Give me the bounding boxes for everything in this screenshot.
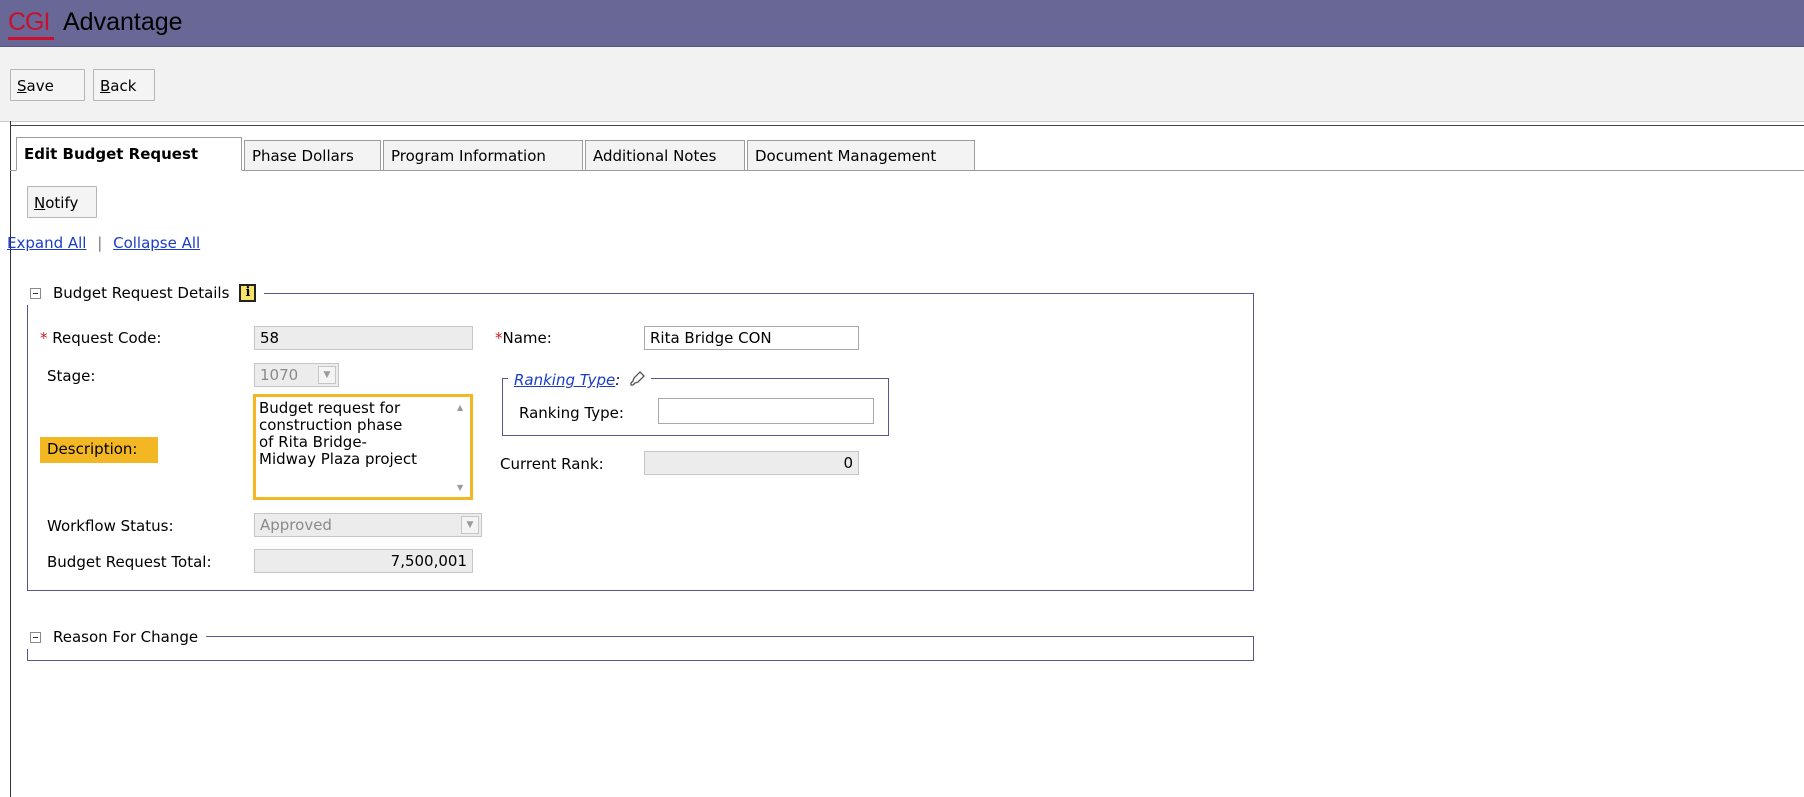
budget-request-details-section	[27, 293, 1254, 591]
request-code-label-text: Request Code:	[52, 329, 162, 347]
back-access-key: B	[100, 77, 111, 95]
app-header	[0, 0, 1804, 47]
expand-all-link[interactable]: Expand All	[7, 234, 86, 252]
notify-access-key: N	[34, 194, 46, 212]
collapse-icon[interactable]	[30, 287, 41, 299]
collapse-all-link[interactable]: Collapse All	[113, 234, 200, 252]
name-label-text: Name:	[502, 329, 552, 347]
stage-value: 1070	[260, 366, 299, 384]
current-rank-label: Current Rank:	[500, 455, 604, 473]
tab-additional-notes[interactable]: Additional Notes	[585, 140, 745, 171]
save-button[interactable]: Save	[10, 69, 85, 101]
back-button[interactable]: Back	[93, 69, 155, 101]
required-marker: *	[40, 329, 48, 347]
description-text[interactable]: Budget request for construction phase of…	[259, 400, 451, 468]
description-label: Description:	[47, 440, 138, 458]
workflow-status-select: Approved ▼	[254, 513, 482, 537]
back-label: ack	[110, 77, 137, 95]
required-marker: *	[495, 329, 503, 347]
budget-request-total-field: 7,500,001	[254, 549, 473, 573]
scroll-up-icon[interactable]: ▲	[457, 403, 463, 412]
description-textarea[interactable]: Budget request for construction phase of…	[253, 394, 473, 500]
tab-program-information[interactable]: Program Information	[383, 140, 583, 171]
reason-for-change-legend: Reason For Change	[26, 625, 207, 649]
request-code-field: 58	[254, 326, 473, 350]
tab-edit-budget-request[interactable]: Edit Budget Request	[16, 137, 242, 171]
notify-label: otify	[45, 194, 79, 212]
tab-phase-dollars[interactable]: Phase Dollars	[244, 140, 381, 171]
budget-request-details-legend: Budget Request Details i	[26, 281, 265, 305]
notify-button[interactable]: Notify	[27, 186, 97, 218]
collapse-icon[interactable]	[30, 631, 41, 643]
section-title: Budget Request Details	[53, 284, 230, 302]
toolbar	[0, 47, 1804, 122]
workflow-status-label: Workflow Status:	[47, 517, 174, 535]
stage-select: 1070 ▼	[254, 363, 339, 387]
ranking-type-colon: :	[615, 371, 621, 389]
ranking-type-legend: Ranking Type:	[508, 371, 652, 389]
budget-request-total-label: Budget Request Total:	[47, 553, 212, 571]
name-input[interactable]: Rita Bridge CON	[644, 326, 859, 350]
pin-icon[interactable]	[629, 371, 646, 387]
info-icon[interactable]: i	[239, 284, 257, 302]
reason-for-change-section	[27, 636, 1254, 661]
save-label: ave	[26, 77, 54, 95]
section-title: Reason For Change	[53, 628, 199, 646]
ranking-type-input[interactable]	[658, 398, 874, 424]
content-frame-top	[10, 125, 1804, 126]
description-scrollbar[interactable]: ▲ ▼	[454, 399, 468, 495]
cgi-logo: CGI	[8, 8, 50, 36]
chevron-down-icon: ▼	[318, 366, 336, 384]
ranking-type-field-label: Ranking Type:	[519, 404, 624, 422]
tab-document-management[interactable]: Document Management	[747, 140, 975, 171]
current-rank-field: 0	[644, 451, 859, 475]
scroll-down-icon[interactable]: ▼	[457, 483, 463, 492]
save-access-key: S	[17, 77, 27, 95]
content-frame-left	[10, 121, 11, 797]
expand-collapse-links: Expand All | Collapse All	[7, 234, 200, 252]
app-title: Advantage	[63, 8, 183, 36]
links-separator: |	[97, 234, 103, 252]
stage-label: Stage:	[47, 367, 96, 385]
chevron-down-icon: ▼	[461, 516, 479, 534]
workflow-status-value: Approved	[260, 516, 332, 534]
request-code-label: * Request Code:	[40, 329, 161, 347]
name-label: *Name:	[495, 329, 552, 347]
ranking-type-link[interactable]: Ranking Type	[514, 371, 615, 389]
logo-underline	[8, 37, 54, 40]
